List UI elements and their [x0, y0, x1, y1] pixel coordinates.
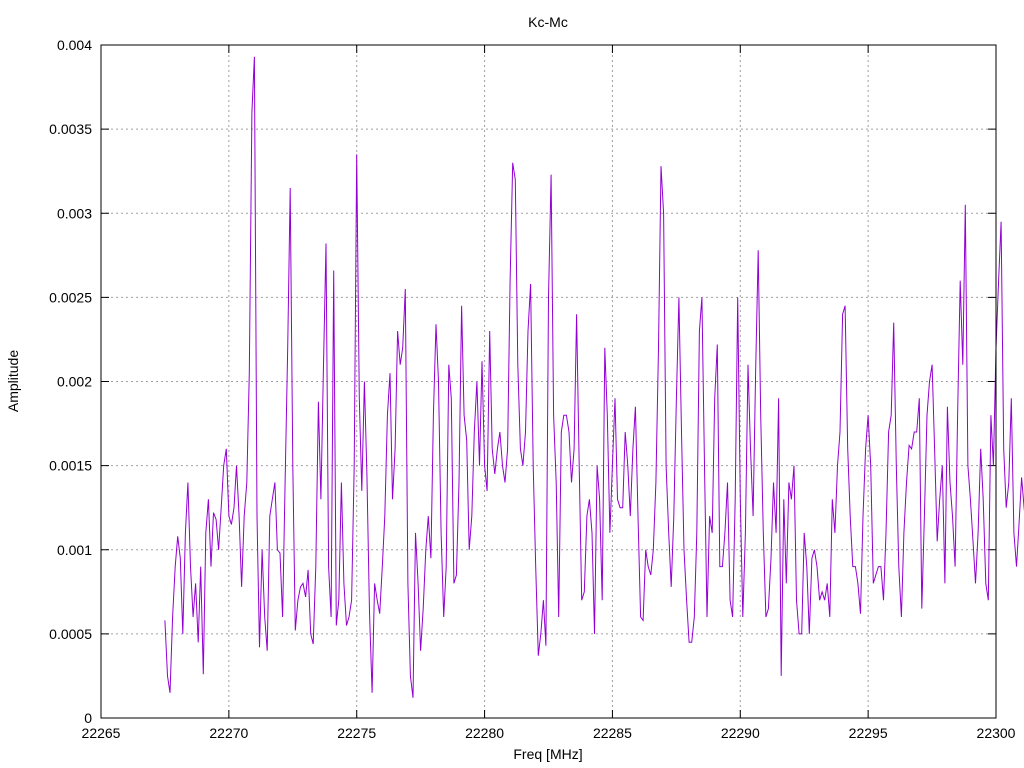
x-tick-label: 22280 — [465, 725, 504, 741]
chart-background — [0, 0, 1024, 768]
x-tick-label: 22300 — [977, 725, 1016, 741]
y-tick-label: 0.0035 — [49, 121, 92, 137]
x-axis-label: Freq [MHz] — [513, 746, 582, 762]
line-chart: 22265 22270 22275 22280 22285 22290 22295 22300… — [0, 0, 1024, 768]
y-tick-label: 0.002 — [57, 374, 92, 390]
y-tick-label: 0.0015 — [49, 458, 92, 474]
y-tick-label: 0.0025 — [49, 289, 92, 305]
y-tick-label: 0.004 — [57, 37, 92, 53]
x-tick-label: 22295 — [849, 725, 888, 741]
x-tick-label: 22285 — [593, 725, 632, 741]
x-tick-label: 22265 — [82, 725, 121, 741]
plot-area: 22265 22270 22275 22280 22285 22290 22295 22300… — [0, 0, 1024, 768]
chart-title: Kc-Mc — [528, 14, 568, 30]
x-tick-label: 22270 — [209, 725, 248, 741]
x-tick-label: 22275 — [337, 725, 376, 741]
x-tick-label: 22290 — [721, 725, 760, 741]
y-tick-label: 0.0005 — [49, 626, 92, 642]
y-axis-label: Amplitude — [5, 350, 21, 412]
y-tick-label: 0.001 — [57, 542, 92, 558]
y-tick-label: 0 — [84, 710, 92, 726]
y-tick-label: 0.003 — [57, 205, 92, 221]
